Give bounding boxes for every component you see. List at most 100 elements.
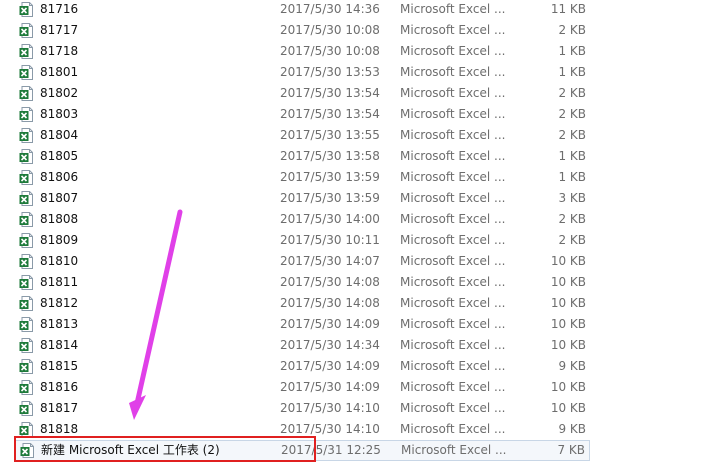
excel-file-icon bbox=[19, 44, 33, 59]
file-name: 81806 bbox=[40, 170, 79, 184]
file-type: Microsoft Excel ... bbox=[400, 359, 506, 373]
file-date-modified: 2017/5/30 14:09 bbox=[280, 317, 380, 331]
file-name: 81803 bbox=[40, 107, 79, 121]
excel-file-icon bbox=[19, 65, 33, 80]
file-size: 7 KB bbox=[557, 443, 585, 457]
excel-file-icon bbox=[19, 275, 33, 290]
file-type: Microsoft Excel ... bbox=[400, 191, 506, 205]
file-row[interactable]: 81817 2017/5/30 14:10 Microsoft Excel ..… bbox=[14, 398, 590, 419]
file-list: 81716 2017/5/30 14:36 Microsoft Excel ..… bbox=[0, 0, 717, 465]
file-name: 81808 bbox=[40, 212, 79, 226]
file-row[interactable]: 81801 2017/5/30 13:53 Microsoft Excel ..… bbox=[14, 62, 590, 83]
excel-file-icon bbox=[19, 401, 33, 416]
file-name: 81716 bbox=[40, 2, 79, 16]
excel-file-icon bbox=[19, 128, 33, 143]
file-size: 2 KB bbox=[558, 128, 586, 142]
file-row[interactable]: 81717 2017/5/30 10:08 Microsoft Excel ..… bbox=[14, 20, 590, 41]
file-row[interactable]: 81809 2017/5/30 10:11 Microsoft Excel ..… bbox=[14, 230, 590, 251]
file-date-modified: 2017/5/30 14:07 bbox=[280, 254, 380, 268]
file-date-modified: 2017/5/30 10:08 bbox=[280, 23, 380, 37]
excel-file-icon bbox=[19, 2, 33, 17]
file-name: 81802 bbox=[40, 86, 79, 100]
file-name: 81807 bbox=[40, 191, 79, 205]
file-type: Microsoft Excel ... bbox=[400, 401, 506, 415]
excel-file-icon bbox=[19, 359, 33, 374]
file-name: 81811 bbox=[40, 275, 79, 289]
file-size: 2 KB bbox=[558, 23, 586, 37]
file-name: 81815 bbox=[40, 359, 79, 373]
file-date-modified: 2017/5/30 14:36 bbox=[280, 2, 380, 16]
file-size: 1 KB bbox=[558, 44, 586, 58]
excel-file-icon bbox=[19, 212, 33, 227]
file-date-modified: 2017/5/30 14:00 bbox=[280, 212, 380, 226]
file-size: 2 KB bbox=[558, 107, 586, 121]
file-row[interactable]: 81808 2017/5/30 14:00 Microsoft Excel ..… bbox=[14, 209, 590, 230]
file-size: 10 KB bbox=[550, 296, 586, 310]
file-size: 2 KB bbox=[558, 212, 586, 226]
file-date-modified: 2017/5/30 13:59 bbox=[280, 191, 380, 205]
file-date-modified: 2017/5/30 14:09 bbox=[280, 380, 380, 394]
file-row[interactable]: 81813 2017/5/30 14:09 Microsoft Excel ..… bbox=[14, 314, 590, 335]
file-size: 9 KB bbox=[558, 359, 586, 373]
file-type: Microsoft Excel ... bbox=[400, 2, 506, 16]
file-row[interactable]: 81716 2017/5/30 14:36 Microsoft Excel ..… bbox=[14, 0, 590, 20]
file-size: 2 KB bbox=[558, 86, 586, 100]
file-size: 3 KB bbox=[558, 191, 586, 205]
file-row[interactable]: 81806 2017/5/30 13:59 Microsoft Excel ..… bbox=[14, 167, 590, 188]
file-name: 81718 bbox=[40, 44, 79, 58]
file-size: 10 KB bbox=[550, 254, 586, 268]
file-type: Microsoft Excel ... bbox=[400, 86, 506, 100]
file-name: 81817 bbox=[40, 401, 79, 415]
excel-file-icon bbox=[19, 86, 33, 101]
file-type: Microsoft Excel ... bbox=[400, 107, 506, 121]
file-date-modified: 2017/5/30 13:54 bbox=[280, 107, 380, 121]
file-row[interactable]: 81814 2017/5/30 14:34 Microsoft Excel ..… bbox=[14, 335, 590, 356]
file-row[interactable]: 81816 2017/5/30 14:09 Microsoft Excel ..… bbox=[14, 377, 590, 398]
file-type: Microsoft Excel ... bbox=[400, 149, 506, 163]
file-size: 10 KB bbox=[550, 380, 586, 394]
excel-file-icon bbox=[19, 191, 33, 206]
file-name: 81810 bbox=[40, 254, 79, 268]
file-name: 81717 bbox=[40, 23, 79, 37]
excel-file-icon bbox=[19, 380, 33, 395]
file-size: 1 KB bbox=[558, 65, 586, 79]
file-size: 2 KB bbox=[558, 233, 586, 247]
file-type: Microsoft Excel ... bbox=[400, 422, 506, 436]
file-type: Microsoft Excel ... bbox=[400, 254, 506, 268]
file-size: 1 KB bbox=[558, 170, 586, 184]
file-date-modified: 2017/5/30 10:08 bbox=[280, 44, 380, 58]
file-name: 81812 bbox=[40, 296, 79, 310]
excel-file-icon bbox=[19, 233, 33, 248]
file-name: 81804 bbox=[40, 128, 79, 142]
file-type: Microsoft Excel ... bbox=[400, 170, 506, 184]
file-size: 10 KB bbox=[550, 317, 586, 331]
file-type: Microsoft Excel ... bbox=[400, 296, 506, 310]
file-row[interactable]: 81807 2017/5/30 13:59 Microsoft Excel ..… bbox=[14, 188, 590, 209]
file-name: 81813 bbox=[40, 317, 79, 331]
file-type: Microsoft Excel ... bbox=[400, 65, 506, 79]
file-type: Microsoft Excel ... bbox=[400, 212, 506, 226]
file-size: 9 KB bbox=[558, 422, 586, 436]
file-row[interactable]: 81718 2017/5/30 10:08 Microsoft Excel ..… bbox=[14, 41, 590, 62]
file-row[interactable]: 81815 2017/5/30 14:09 Microsoft Excel ..… bbox=[14, 356, 590, 377]
file-type: Microsoft Excel ... bbox=[400, 23, 506, 37]
file-type: Microsoft Excel ... bbox=[400, 275, 506, 289]
file-row[interactable]: 81805 2017/5/30 13:58 Microsoft Excel ..… bbox=[14, 146, 590, 167]
file-type: Microsoft Excel ... bbox=[400, 128, 506, 142]
excel-file-icon bbox=[19, 23, 33, 38]
file-type: Microsoft Excel ... bbox=[400, 233, 506, 247]
file-type: Microsoft Excel ... bbox=[400, 44, 506, 58]
file-size: 11 KB bbox=[550, 2, 586, 16]
file-type: Microsoft Excel ... bbox=[400, 317, 506, 331]
file-size: 1 KB bbox=[558, 149, 586, 163]
excel-file-icon bbox=[19, 317, 33, 332]
file-type: Microsoft Excel ... bbox=[400, 380, 506, 394]
file-row[interactable]: 81810 2017/5/30 14:07 Microsoft Excel ..… bbox=[14, 251, 590, 272]
file-row[interactable]: 81802 2017/5/30 13:54 Microsoft Excel ..… bbox=[14, 83, 590, 104]
file-row[interactable]: 81812 2017/5/30 14:08 Microsoft Excel ..… bbox=[14, 293, 590, 314]
file-row[interactable]: 81804 2017/5/30 13:55 Microsoft Excel ..… bbox=[14, 125, 590, 146]
file-name: 81809 bbox=[40, 233, 79, 247]
file-row[interactable]: 81803 2017/5/30 13:54 Microsoft Excel ..… bbox=[14, 104, 590, 125]
file-row[interactable]: 81811 2017/5/30 14:08 Microsoft Excel ..… bbox=[14, 272, 590, 293]
file-date-modified: 2017/5/30 14:34 bbox=[280, 338, 380, 352]
